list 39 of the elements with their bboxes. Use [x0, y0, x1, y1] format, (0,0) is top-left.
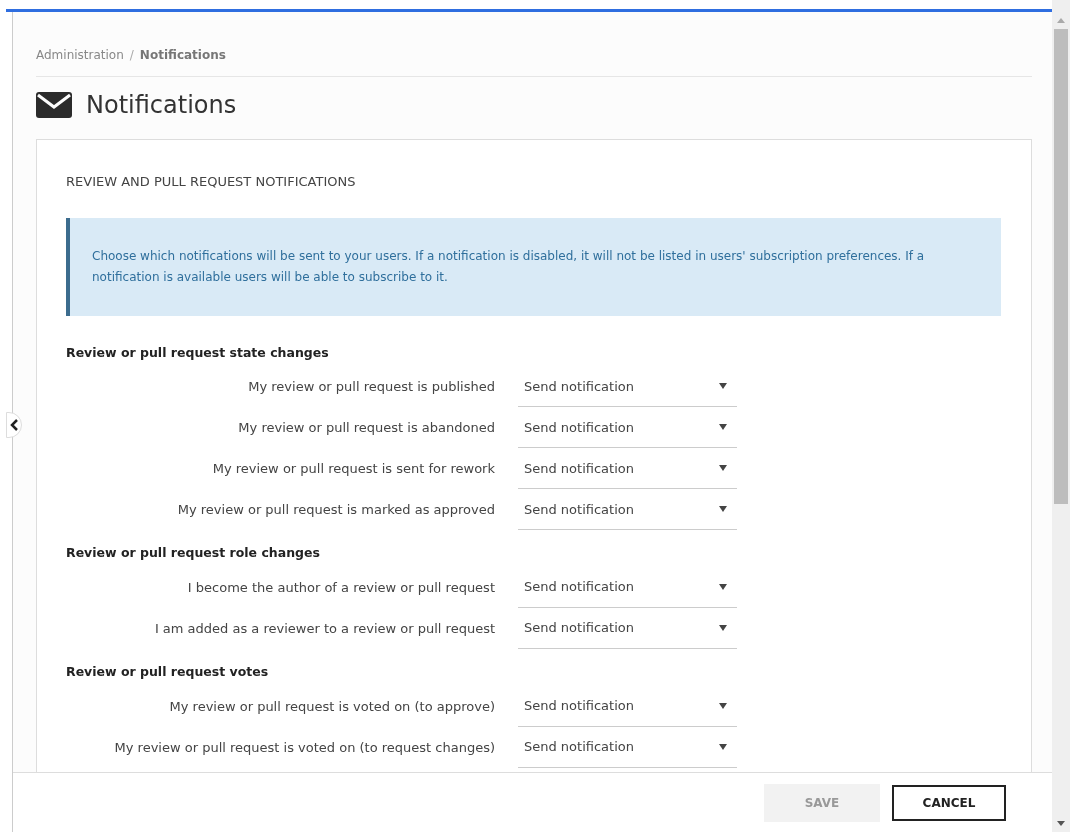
breadcrumb-separator: / — [129, 48, 134, 62]
setting-label: My review or pull request is voted on (to approve) — [168, 697, 496, 716]
notification-select[interactable]: Send notification — [518, 448, 737, 490]
scrollbar-thumb[interactable] — [1054, 29, 1068, 504]
dropdown-caret-icon — [719, 702, 727, 709]
setting-label: My review or pull request is published — [247, 378, 496, 396]
envelope-icon — [36, 92, 72, 118]
setting-label: I become the author of a review or pull request — [186, 578, 496, 597]
breadcrumb-current: Notifications — [139, 48, 226, 62]
notification-select[interactable]: Send notification — [518, 726, 737, 768]
notification-select[interactable]: Send notification — [518, 567, 737, 608]
section-title: Review or pull request state changes — [66, 343, 330, 362]
scroll-down-icon — [1057, 821, 1065, 826]
card-heading: REVIEW AND PULL REQUEST NOTIFICATIONS — [66, 173, 357, 191]
notification-select[interactable]: Send notification — [518, 685, 737, 727]
setting-label: I am added as a reviewer to a review or pull request — [153, 619, 496, 638]
dropdown-caret-icon — [719, 465, 727, 472]
breadcrumb-link[interactable]: Administration — [36, 48, 124, 62]
dropdown-caret-icon — [719, 584, 727, 590]
dropdown-caret-icon — [719, 424, 727, 431]
dropdown-caret-icon — [719, 743, 727, 750]
dropdown-caret-icon — [719, 383, 727, 390]
dropdown-caret-icon — [719, 625, 727, 631]
setting-label: My review or pull request is sent for rework — [211, 460, 496, 478]
notification-select[interactable]: Send notification — [518, 366, 737, 408]
info-text: Choose which notifications will be sent to your users. If a notification is disabled, it will not be listed in users' subscription preferences. If a notification is available users will be able to subscribe to it. — [92, 248, 925, 284]
setting-label: My review or pull request is voted on (to request changes) — [113, 738, 496, 757]
dropdown-caret-icon — [719, 506, 727, 513]
page-title: Notifications — [86, 90, 237, 121]
setting-label: My review or pull request is abandoned — [237, 419, 496, 437]
setting-label: My review or pull request is marked as approved — [176, 501, 496, 519]
notification-select[interactable]: Send notification — [518, 608, 737, 649]
section-title: Review or pull request votes — [66, 663, 270, 681]
section-title: Review or pull request role changes — [66, 544, 321, 563]
scroll-up-icon — [1057, 18, 1065, 23]
chevron-left-icon — [9, 419, 19, 431]
notification-select[interactable]: Send notification — [518, 407, 737, 449]
cancel-button[interactable]: CANCEL — [892, 784, 1006, 821]
notification-select[interactable]: Send notification — [518, 489, 737, 531]
